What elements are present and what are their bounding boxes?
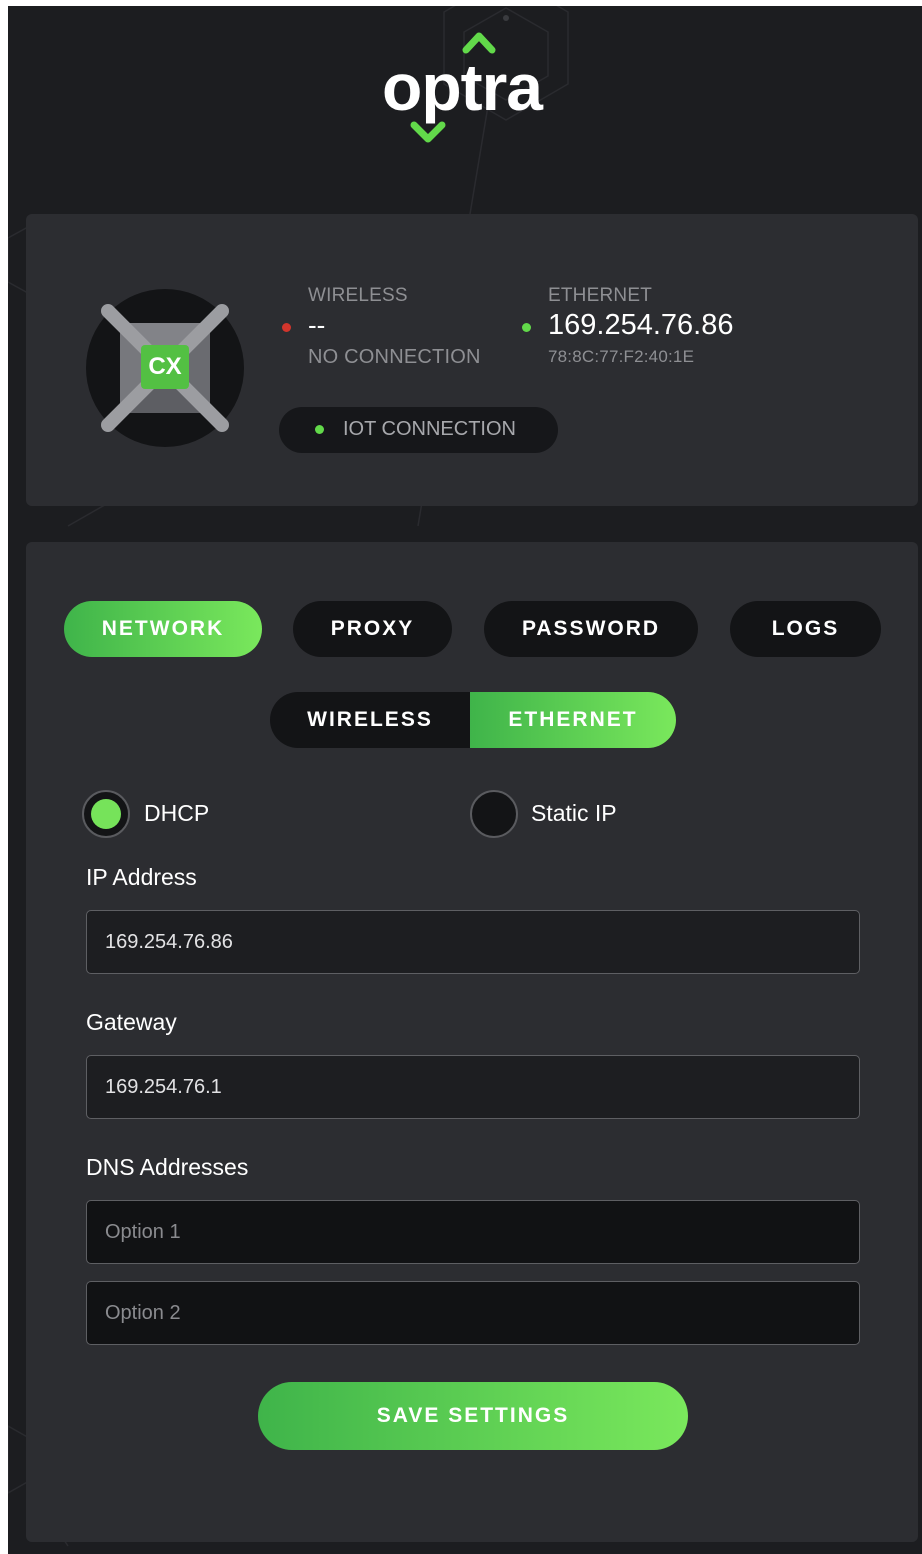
ip-address-label: IP Address — [86, 864, 197, 890]
interface-toggle: WIRELESS ETHERNET — [270, 692, 676, 748]
device-badge: CX — [141, 345, 189, 389]
wireless-value: -- — [308, 310, 326, 340]
save-settings-button[interactable]: SAVE SETTINGS — [258, 1382, 688, 1450]
device-status-card: CX WIRELESS -- NO CONNECTION ETHERNET 16… — [26, 214, 918, 506]
gateway-label: Gateway — [86, 1009, 177, 1035]
app-window: optra CX WIRELESS -- NO CONNECTION ETHER… — [8, 6, 922, 1554]
dns-option-1-input[interactable] — [86, 1200, 860, 1264]
iot-label: IOT CONNECTION — [343, 418, 516, 440]
dhcp-label: DHCP — [144, 800, 210, 826]
device-avatar: CX — [86, 289, 244, 447]
tab-password[interactable]: PASSWORD — [484, 601, 698, 657]
static-ip-label: Static IP — [531, 800, 617, 826]
settings-card: NETWORK PROXY PASSWORD LOGS WIRELESS ETH… — [26, 542, 918, 1542]
radio-selected-indicator — [91, 799, 121, 829]
dhcp-radio[interactable] — [82, 790, 130, 838]
tab-proxy[interactable]: PROXY — [293, 601, 452, 657]
logo-text: optra — [382, 50, 543, 124]
static-ip-radio[interactable] — [470, 790, 518, 838]
toggle-wireless[interactable]: WIRELESS — [270, 692, 470, 748]
ethernet-status-dot — [522, 323, 531, 332]
ethernet-ip: 169.254.76.86 — [548, 309, 734, 341]
iot-status-dot — [315, 425, 324, 434]
ethernet-mac: 78:8C:77:F2:40:1E — [548, 347, 695, 366]
gateway-input[interactable] — [86, 1055, 860, 1119]
wireless-label: WIRELESS — [308, 285, 408, 306]
iot-connection-badge: IOT CONNECTION — [279, 407, 558, 453]
wireless-sub: NO CONNECTION — [308, 346, 481, 368]
ethernet-label: ETHERNET — [548, 285, 652, 306]
optra-logo: optra — [368, 24, 598, 154]
dns-option-2-input[interactable] — [86, 1281, 860, 1345]
ip-address-input[interactable] — [86, 910, 860, 974]
wireless-status-dot — [282, 323, 291, 332]
tab-logs[interactable]: LOGS — [730, 601, 881, 657]
toggle-ethernet[interactable]: ETHERNET — [470, 692, 676, 748]
tab-network[interactable]: NETWORK — [64, 601, 262, 657]
dns-addresses-label: DNS Addresses — [86, 1154, 249, 1180]
